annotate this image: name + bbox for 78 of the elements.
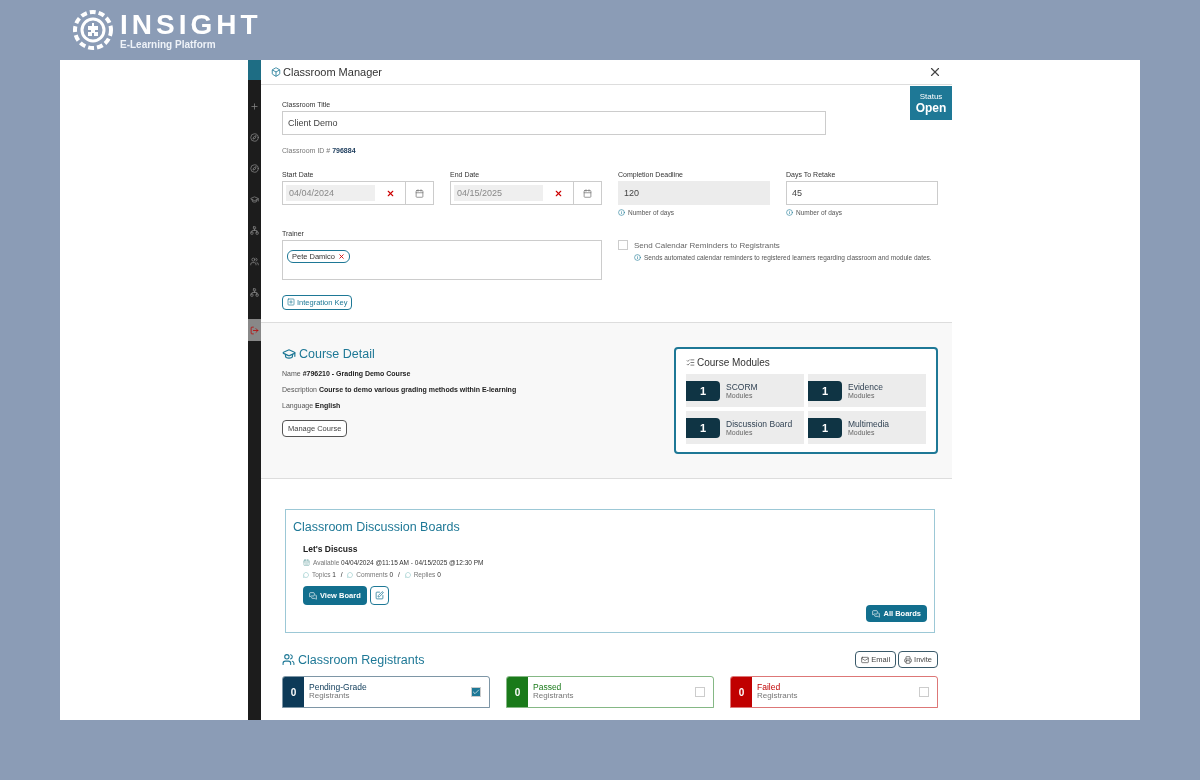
group-subtitle: Registrants — [757, 692, 799, 701]
module-count: 1 — [686, 417, 720, 438]
remove-icon[interactable] — [337, 253, 345, 260]
checkbox-label: Send Calendar Reminders to Registrants — [634, 240, 780, 250]
group-name: Passed — [533, 683, 563, 693]
logout-icon — [250, 325, 259, 335]
module-name: Evidence — [848, 382, 883, 392]
network-icon — [250, 226, 259, 235]
dialog-title: Classroom Manager — [283, 66, 384, 78]
module-count: 1 — [808, 380, 842, 401]
calendar-icon — [583, 188, 592, 198]
card-title: Course Modules — [697, 357, 770, 368]
section-title: Course Detail — [299, 347, 375, 361]
logo-icon — [72, 9, 114, 51]
users-icon — [250, 257, 259, 266]
input-field[interactable]: Client Demo — [282, 111, 826, 135]
brand-name: INSIGHT — [120, 10, 262, 39]
group-subtitle: Registrants — [533, 692, 575, 701]
input-field[interactable]: 45 — [786, 181, 938, 205]
comment-icon — [347, 571, 354, 578]
module-count: 1 — [686, 380, 720, 401]
plus-square-icon — [287, 298, 295, 306]
mail-icon — [861, 655, 870, 664]
info-icon — [618, 209, 625, 216]
checkbox[interactable] — [618, 240, 628, 250]
brand-tagline: E-Learning Platform — [120, 38, 217, 50]
comment-icon — [303, 571, 309, 578]
compass-icon — [250, 133, 259, 142]
users-icon — [282, 653, 295, 666]
status-badge: Status Open — [910, 86, 952, 120]
sidebar-item[interactable] — [248, 288, 261, 297]
sidebar-item[interactable] — [248, 102, 261, 111]
registrant-group-card[interactable]: 0 Passed Registrants — [506, 676, 714, 708]
module-name: Discussion Board — [726, 419, 793, 429]
cube-icon — [271, 67, 281, 77]
group-name: Failed — [757, 683, 782, 693]
graduation-cap-icon — [250, 195, 259, 204]
registrant-group-card[interactable]: 0 Failed Registrants — [730, 676, 938, 708]
registrant-count: 0 — [731, 677, 752, 707]
compass-icon — [250, 164, 259, 173]
plus-icon — [250, 102, 259, 111]
edit-icon — [374, 591, 384, 600]
registrant-group-card[interactable]: 0 Pending-Grade Registrants — [282, 676, 490, 708]
info-icon — [634, 254, 641, 261]
network-icon — [250, 288, 259, 297]
graduation-cap-icon — [282, 347, 296, 361]
registrant-count: 0 — [507, 677, 528, 707]
close-icon[interactable] — [928, 65, 942, 79]
calendar-icon — [415, 188, 424, 198]
sidebar-item[interactable] — [248, 164, 261, 173]
clear-icon[interactable] — [385, 188, 395, 198]
module-name: Multimedia — [848, 419, 890, 429]
list-icon — [686, 358, 695, 367]
chat-icon — [872, 609, 881, 618]
registrant-count: 0 — [283, 677, 304, 707]
board-name: Let's Discuss — [303, 544, 359, 554]
comment-icon — [404, 571, 411, 578]
input-field: 120 — [618, 181, 770, 205]
sidebar-item[interactable] — [248, 195, 261, 204]
section-title: Classroom Registrants — [298, 652, 425, 667]
sidebar-item[interactable] — [248, 257, 261, 266]
printer-icon — [904, 655, 913, 664]
group-subtitle: Registrants — [309, 692, 350, 701]
sidebar-item[interactable] — [248, 226, 261, 235]
calendar-icon — [303, 559, 310, 566]
checkbox[interactable] — [695, 687, 705, 697]
sidebar-item[interactable] — [248, 133, 261, 142]
module-count: 1 — [808, 417, 842, 438]
checkbox[interactable] — [471, 687, 481, 697]
clear-icon[interactable] — [553, 188, 563, 198]
sidebar-item[interactable] — [248, 319, 261, 341]
info-icon — [786, 209, 793, 216]
checkbox[interactable] — [919, 687, 929, 697]
module-name: SCORM — [726, 382, 758, 392]
chat-icon — [309, 591, 317, 600]
edit-button[interactable] — [369, 586, 389, 605]
section-title: Classroom Discussion Boards — [293, 520, 460, 534]
group-name: Pending-Grade — [309, 683, 368, 693]
